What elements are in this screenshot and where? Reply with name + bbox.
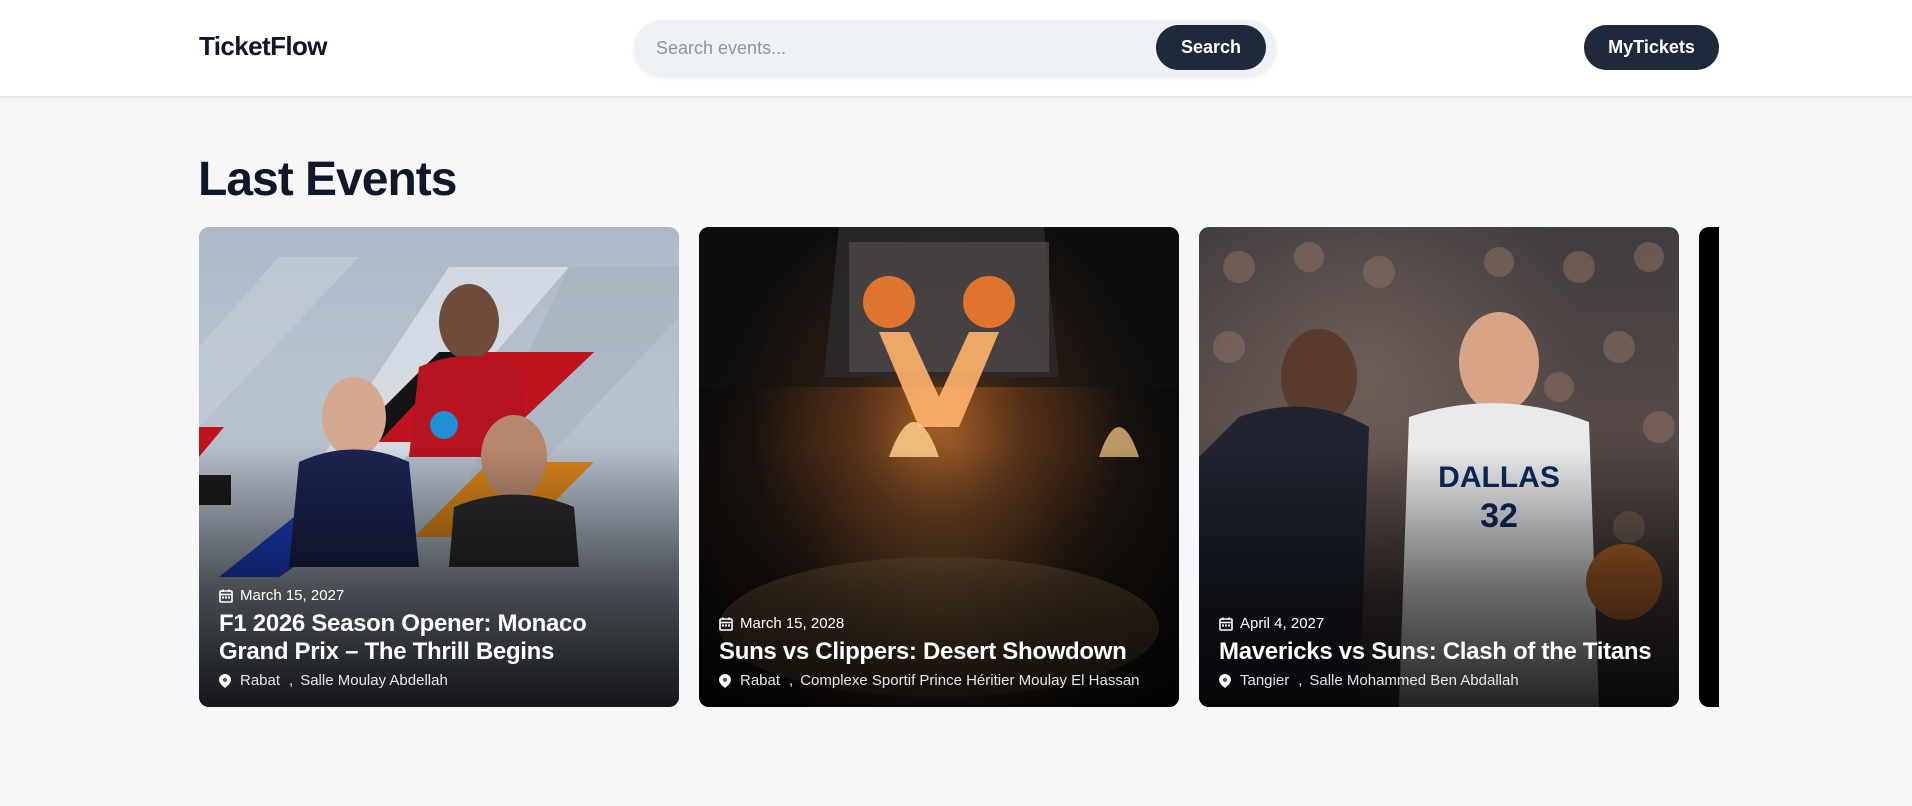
event-card[interactable]: March 15, 2028 Suns vs Clippers: Desert … bbox=[699, 227, 1179, 707]
event-location: Tangier, Salle Mohammed Ben Abdallah bbox=[1219, 672, 1659, 689]
calendar-icon bbox=[1219, 617, 1233, 631]
event-card-partial[interactable] bbox=[1699, 227, 1719, 707]
event-date: March 15, 2027 bbox=[219, 587, 659, 604]
event-card[interactable]: DALLAS 32 April 4, 2027 Mavericks vs Sun… bbox=[1199, 227, 1679, 707]
top-navbar: TicketFlow Search MyTickets bbox=[0, 0, 1912, 97]
event-location: Rabat, Salle Moulay Abdellah bbox=[219, 672, 659, 689]
event-title[interactable]: Mavericks vs Suns: Clash of the Titans bbox=[1219, 638, 1659, 666]
calendar-icon bbox=[219, 589, 233, 603]
calendar-icon bbox=[719, 617, 733, 631]
section-title: Last Events bbox=[198, 153, 457, 206]
event-title[interactable]: F1 2026 Season Opener: Monaco Grand Prix… bbox=[219, 610, 659, 666]
logo[interactable]: TicketFlow bbox=[199, 31, 327, 62]
map-pin-icon bbox=[1219, 673, 1233, 688]
my-tickets-button[interactable]: MyTickets bbox=[1584, 25, 1719, 70]
event-date: March 15, 2028 bbox=[719, 615, 1159, 632]
event-info: March 15, 2027 F1 2026 Season Opener: Mo… bbox=[219, 587, 659, 689]
map-pin-icon bbox=[219, 673, 233, 688]
event-date: April 4, 2027 bbox=[1219, 615, 1659, 632]
event-info: April 4, 2027 Mavericks vs Suns: Clash o… bbox=[1219, 615, 1659, 689]
event-location: Rabat, Complexe Sportif Prince Héritier … bbox=[719, 672, 1159, 689]
event-info: March 15, 2028 Suns vs Clippers: Desert … bbox=[719, 615, 1159, 689]
event-title[interactable]: Suns vs Clippers: Desert Showdown bbox=[719, 638, 1159, 666]
search-bar: Search bbox=[634, 20, 1276, 76]
map-pin-icon bbox=[719, 673, 733, 688]
events-carousel[interactable]: March 15, 2027 F1 2026 Season Opener: Mo… bbox=[199, 227, 1719, 707]
search-input[interactable] bbox=[656, 28, 1126, 68]
search-button[interactable]: Search bbox=[1156, 25, 1266, 70]
event-card[interactable]: March 15, 2027 F1 2026 Season Opener: Mo… bbox=[199, 227, 679, 707]
